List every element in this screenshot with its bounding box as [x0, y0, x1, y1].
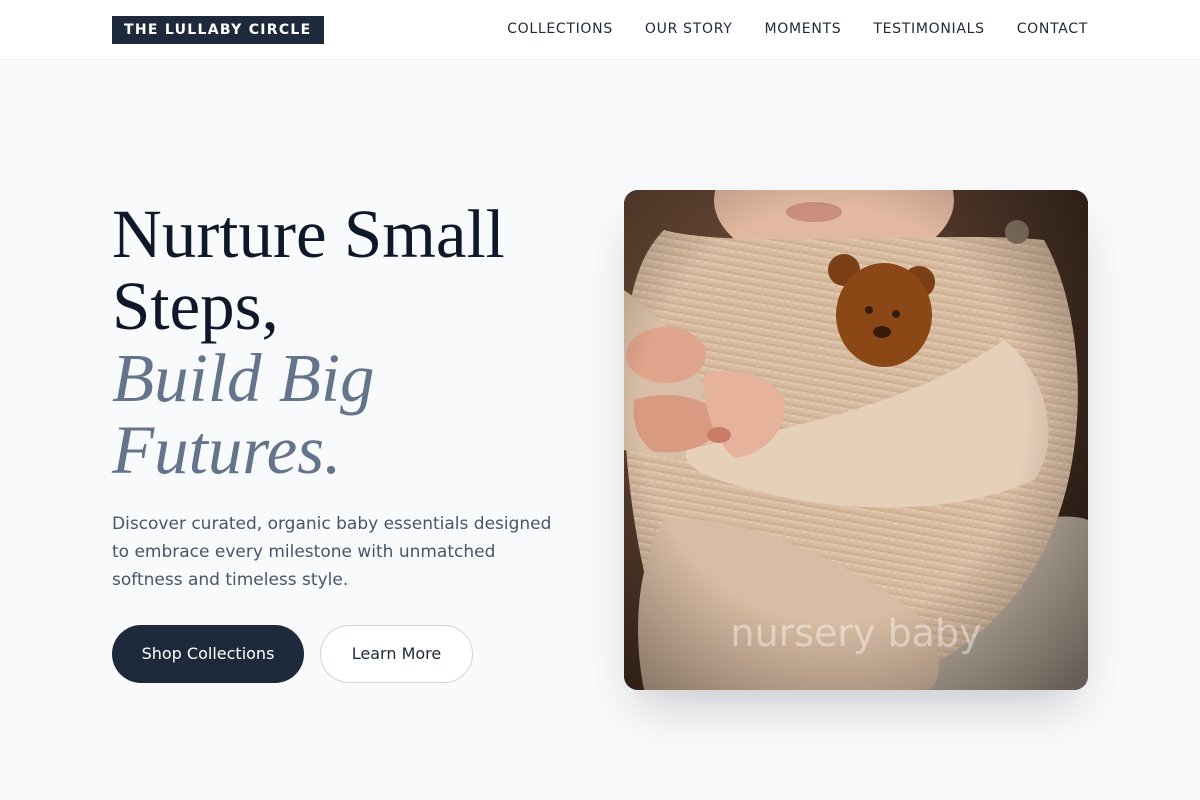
nav-link-our-story[interactable]: OUR STORY: [645, 19, 733, 39]
hero-title: Nurture Small Steps, Build Big Futures.: [112, 198, 582, 486]
hero-title-line: Steps,: [112, 268, 279, 344]
hero-title-accent-line: Futures.: [112, 412, 342, 488]
hero-title-line: Nurture Small: [112, 196, 505, 272]
main-nav: COLLECTIONS OUR STORY MOMENTS TESTIMONIA…: [507, 19, 1088, 39]
nav-link-testimonials[interactable]: TESTIMONIALS: [873, 19, 984, 39]
hero-title-accent-line: Build Big: [112, 340, 375, 416]
shop-collections-button[interactable]: Shop Collections: [112, 625, 304, 683]
nav-link-moments[interactable]: MOMENTS: [765, 19, 842, 39]
hero-image: nursery baby: [624, 190, 1088, 690]
nav-link-collections[interactable]: COLLECTIONS: [507, 19, 613, 39]
brand-logo[interactable]: THE LULLABY CIRCLE: [112, 16, 324, 44]
nav-link-contact[interactable]: CONTACT: [1017, 19, 1088, 39]
site-header: THE LULLABY CIRCLE COLLECTIONS OUR STORY…: [0, 0, 1200, 60]
hero-description: Discover curated, organic baby essential…: [112, 514, 552, 590]
image-caption: nursery baby: [730, 611, 982, 655]
learn-more-button[interactable]: Learn More: [320, 625, 473, 683]
